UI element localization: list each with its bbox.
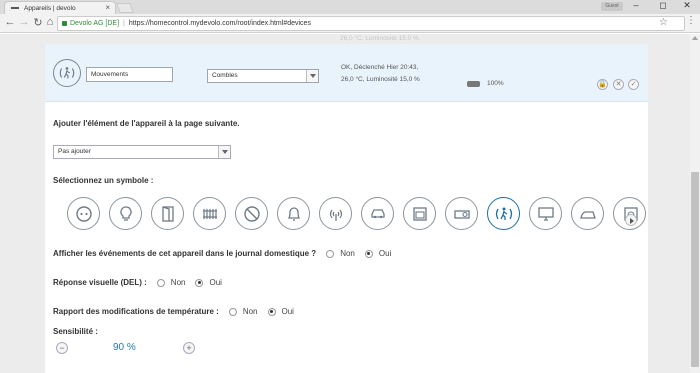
led-yes-option[interactable]: Oui [195,278,222,287]
temperature-yes-label: Oui [281,307,294,316]
previous-device-status: 26,0 °C, Luminosité 15,0 % [340,35,419,42]
close-icon[interactable]: ✕ [613,79,624,90]
led-yes-label: Oui [209,278,222,287]
close-window-icon[interactable]: ✕ [680,0,694,11]
url-text[interactable]: https://homecontrol.mydevolo.com/root/in… [129,20,311,27]
add-to-page-value: Pas ajouter [58,148,91,155]
sensitivity-increase-button[interactable]: + [183,342,195,354]
temperature-yes-option[interactable]: Oui [267,307,294,316]
journal-yes-option[interactable]: Oui [364,249,392,258]
browser-toolbar: ← → ↻ ⌂ Devolo AG [DE] | https://homecon… [0,14,700,33]
browser-tab[interactable]: Appareils | devolo × [4,1,116,14]
chevron-down-icon[interactable] [218,146,230,158]
tab-favicon-icon [11,7,19,9]
bell-icon[interactable] [277,197,310,230]
temperature-no-option[interactable]: Non [228,307,258,316]
tab-close-icon[interactable]: × [105,3,110,12]
device-row: Combles OK, Déclenché Hier 20:43, 26,0 °… [45,44,648,102]
temperature-label: Rapport des modifications de température… [53,307,219,316]
radio-button[interactable] [326,249,335,258]
reload-icon[interactable]: ↻ [32,16,44,29]
scrollbar-thumb[interactable] [691,172,699,367]
check-icon[interactable]: ✓ [628,79,639,90]
lock-icon[interactable]: 🔒 [597,79,608,90]
minimize-icon[interactable]: – [629,0,643,10]
chevron-down-icon[interactable] [306,70,318,82]
home-icon[interactable]: ⌂ [44,16,56,28]
forward-icon[interactable]: → [18,16,30,28]
symbols-next-button[interactable] [625,214,637,226]
site-identity: Devolo AG [DE] [70,20,120,27]
sensitivity-label: Sensibilité : [53,327,98,336]
symbol-label: Sélectionnez un symbole : [53,176,154,185]
bookmark-star-icon[interactable]: ☆ [659,17,668,28]
door-icon[interactable] [151,197,184,230]
motion-icon[interactable] [487,197,520,230]
radio-button[interactable] [156,278,165,287]
new-tab-button[interactable] [116,3,134,13]
device-settings-card: Combles OK, Déclenché Hier 20:43, 26,0 °… [45,44,648,373]
page-viewport: 26,0 °C, Luminosité 15,0 % Combles OK, D… [0,34,690,373]
status-line-2: 26,0 °C, Luminosité 15,0 % [341,76,420,83]
device-status: OK, Déclenché Hier 20:43, 26,0 °C, Lumin… [341,62,420,86]
maximize-icon[interactable]: ◻ [656,0,670,11]
radio-button-checked[interactable] [195,278,204,287]
journal-no-label: Non [340,249,355,258]
signal-icon[interactable] [319,197,352,230]
browser-menu-icon[interactable]: ⋮ [686,15,696,26]
scroll-up-icon[interactable] [692,36,698,40]
projector-icon[interactable] [445,197,478,230]
motion-sensor-icon [53,59,81,87]
led-row: Réponse visuelle (DEL) : Non Oui [53,278,222,287]
led-no-option[interactable]: Non [156,278,186,287]
profile-badge[interactable]: Guest [601,2,623,11]
back-icon[interactable]: ← [4,16,16,28]
address-bar[interactable]: Devolo AG [DE] | https://homecontrol.myd… [57,16,685,31]
secure-lock-icon [62,21,67,26]
battery-percentage: 100% [487,80,504,87]
journal-yes-label: Oui [378,249,392,258]
title-bar: Appareils | devolo × Guest – ◻ ✕ [0,0,700,14]
temperature-no-label: Non [242,307,258,316]
add-to-page-label: Ajouter l'élément de l'appareil à la pag… [53,119,240,128]
temperature-row: Rapport des modifications de température… [53,307,294,316]
room-select[interactable]: Combles [207,69,319,83]
battery-icon [467,81,480,87]
bulb-icon[interactable] [109,197,142,230]
room-select-value: Combles [212,72,238,79]
radio-button-checked[interactable] [267,307,276,316]
sensitivity-decrease-button[interactable]: − [56,342,68,354]
car-icon[interactable] [361,197,394,230]
journal-row: Afficher les événements de cet appareil … [53,249,391,258]
led-no-label: Non [170,278,186,287]
outlet-icon[interactable] [67,197,100,230]
no-entry-icon[interactable] [235,197,268,230]
monitor-icon[interactable] [529,197,562,230]
status-line-1: OK, Déclenché Hier 20:43, [341,64,419,71]
journal-label: Afficher les événements de cet appareil … [53,249,317,258]
sensitivity-value: 90 % [113,342,136,353]
oven-icon[interactable] [403,197,436,230]
radio-button[interactable] [228,307,237,316]
add-to-page-select[interactable]: Pas ajouter [53,145,231,159]
journal-no-option[interactable]: Non [326,249,355,258]
page-scrollbar[interactable] [690,34,700,373]
tab-title: Appareils | devolo [24,4,76,12]
led-label: Réponse visuelle (DEL) : [53,278,147,287]
radio-button-checked[interactable] [364,249,373,258]
url-separator: | [123,20,125,27]
iron-icon[interactable] [571,197,604,230]
device-name-input[interactable] [86,67,173,82]
radiator-icon[interactable] [193,197,226,230]
